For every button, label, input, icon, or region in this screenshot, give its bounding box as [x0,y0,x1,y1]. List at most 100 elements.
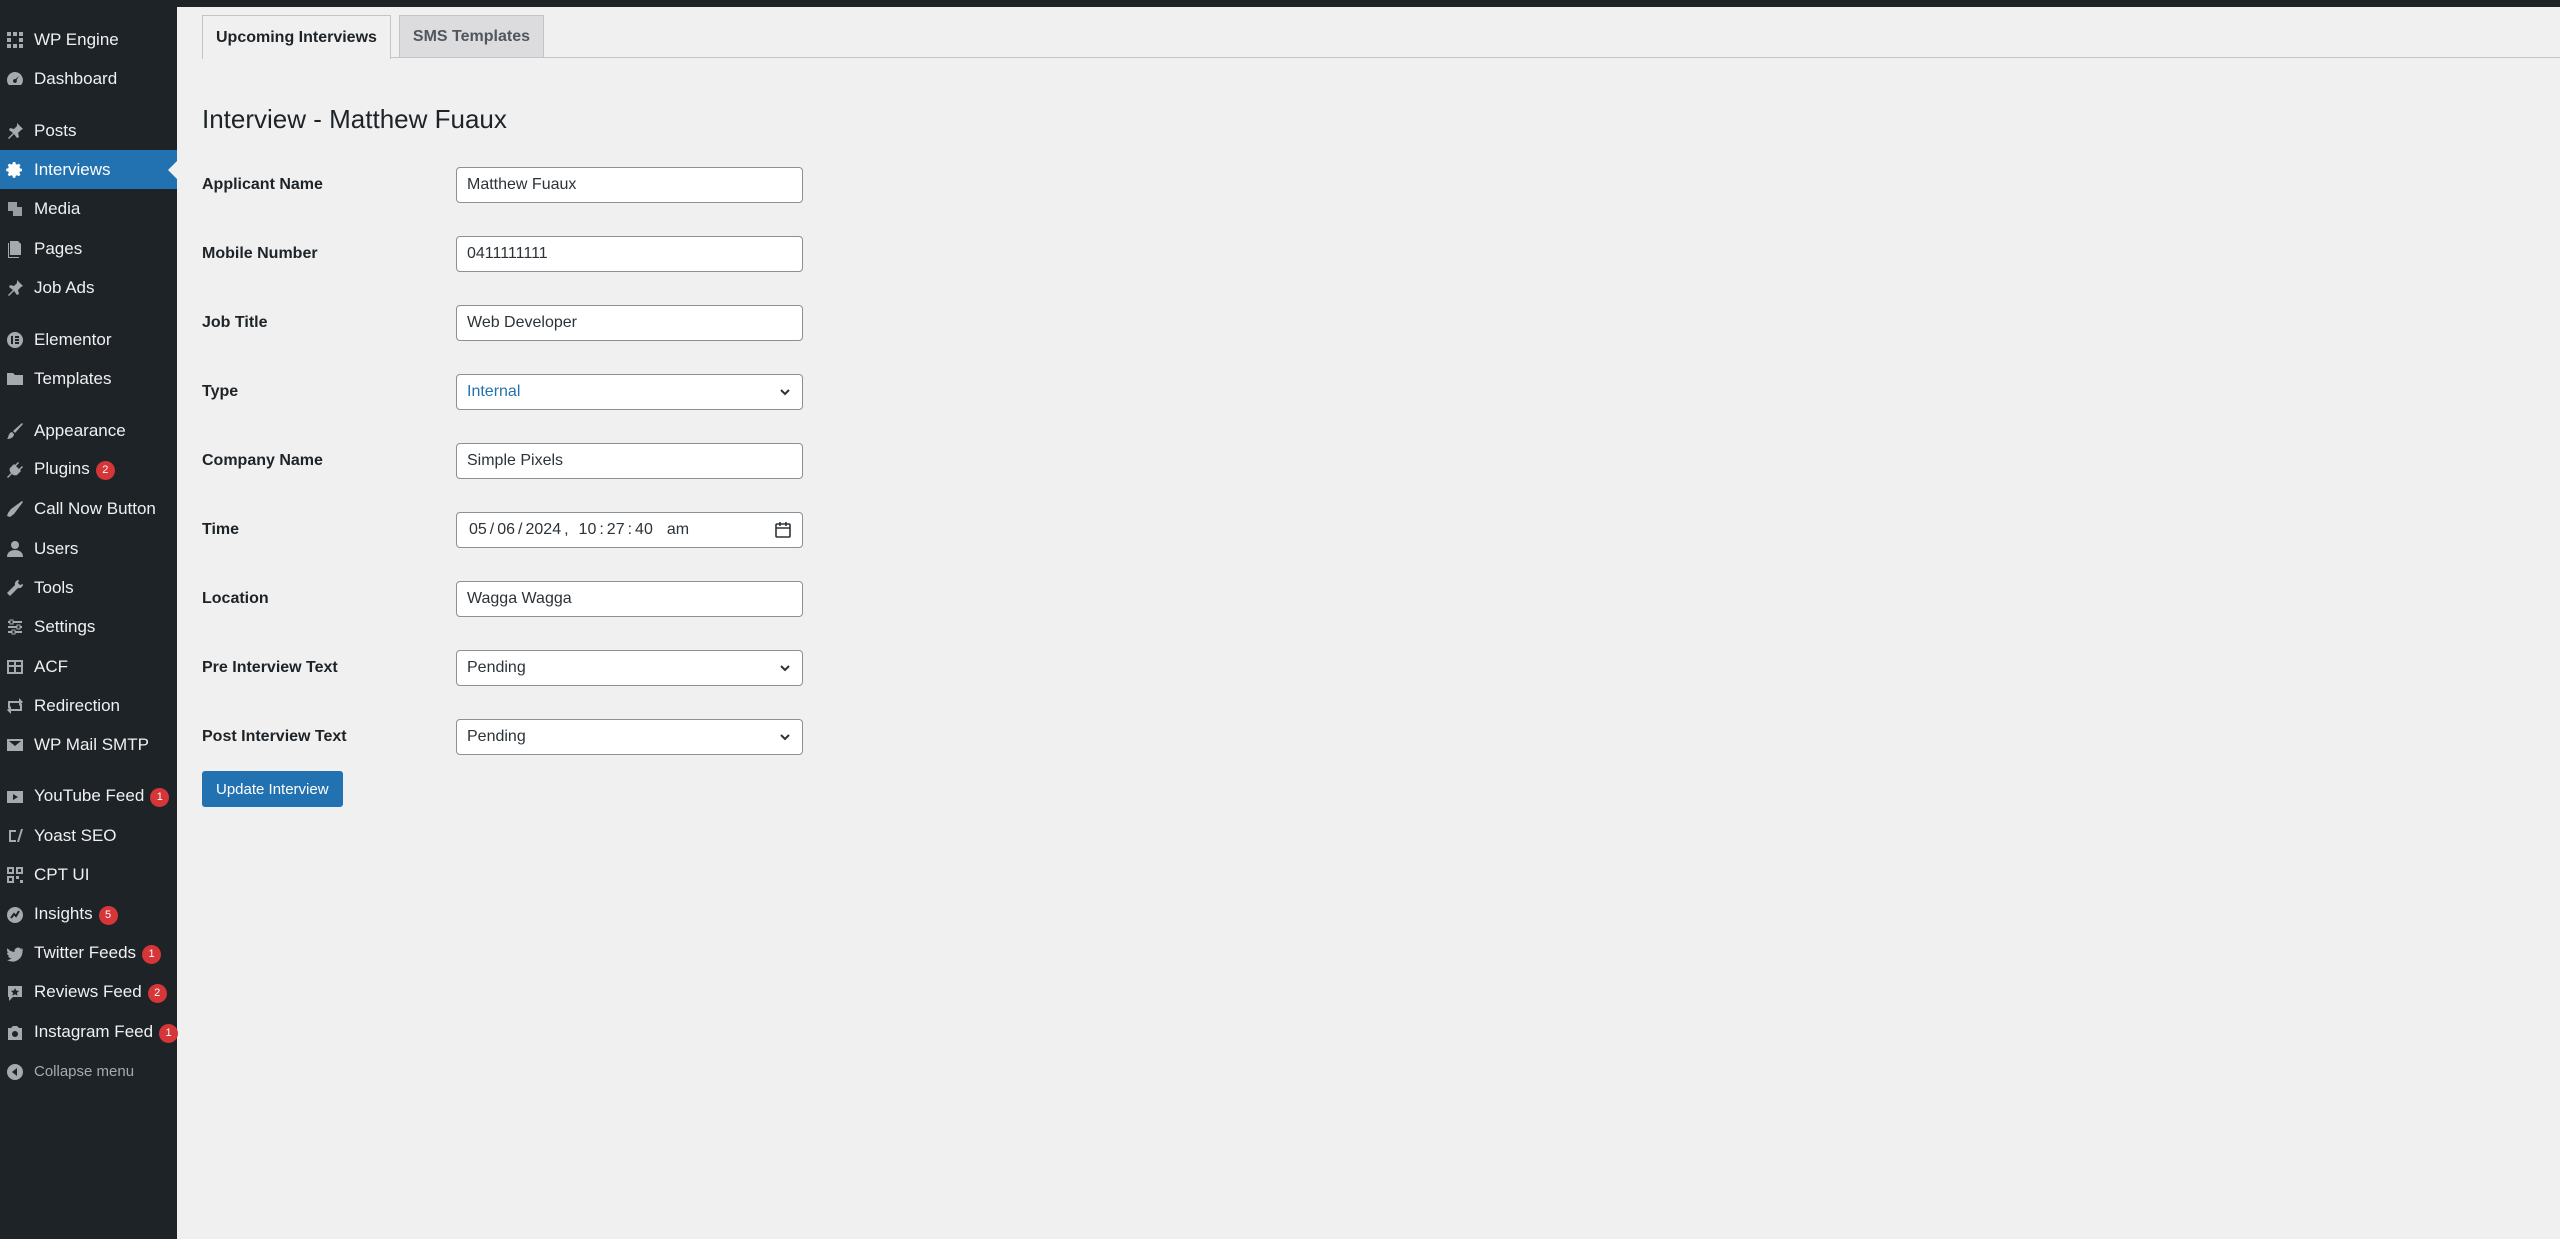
sidebar-item-wp-mail-smtp[interactable]: WP Mail SMTP [0,725,177,764]
tab-bar: Upcoming Interviews SMS Templates [202,15,544,59]
job-title-input[interactable]: Web Developer [456,305,803,341]
pin-icon [6,279,24,297]
sidebar-item-label: Reviews Feed [34,982,142,1002]
pre-interview-text-label: Pre Interview Text [202,659,338,676]
sidebar-item-tools[interactable]: Tools [0,568,177,607]
date-separator: / [518,521,523,538]
sidebar-item-label: YouTube Feed [34,786,145,806]
sidebar-item-templates[interactable]: Templates [0,359,177,398]
sidebar-item-job-ads[interactable]: Job Ads [0,268,177,307]
year-segment[interactable]: 2024 [526,521,562,539]
tab-upcoming-interviews[interactable]: Upcoming Interviews [202,15,391,59]
applicant-name-input[interactable]: Matthew Fuaux [456,167,803,203]
type-row: Type Internal [202,374,803,410]
pre-interview-text-select[interactable]: Pending [456,650,803,686]
sidebar-item-redirection[interactable]: Redirection [0,686,177,725]
chevron-down-icon [778,661,792,675]
sidebar-item-pages[interactable]: Pages [0,229,177,268]
post-interview-text-label: Post Interview Text [202,728,347,745]
type-label: Type [202,383,239,400]
time-separator: : [599,521,604,538]
minute-segment[interactable]: 27 [607,521,625,539]
sidebar-item-cpt-ui[interactable]: CPT UI [0,855,177,894]
sidebar-item-label: Job Ads [34,277,95,297]
mobile-number-input[interactable]: 0411111111 [456,236,803,272]
second-segment[interactable]: 40 [635,521,653,539]
sidebar-item-label: WP Engine [34,29,119,49]
sidebar-item-label: ACF [34,656,68,676]
sidebar-item-youtube-feed[interactable]: YouTube Feed 1 [0,777,177,816]
notification-badge: 1 [142,944,162,964]
sidebar-item-label: Interviews [34,159,111,179]
yoast-icon [6,827,24,845]
sidebar-item-label: Users [34,538,79,558]
sidebar-item-instagram-feed[interactable]: Instagram Feed 1 [0,1013,179,1052]
insights-icon [6,906,24,924]
sidebar-item-users[interactable]: Users [0,529,177,568]
sidebar-item-wp-engine[interactable]: WP Engine [0,20,177,59]
chevron-down-icon [778,385,792,399]
sidebar-item-settings[interactable]: Settings [0,607,177,646]
collapse-arrow-icon [6,1063,24,1081]
elementor-icon [6,331,24,349]
notification-badge: 2 [147,983,167,1003]
calendar-icon[interactable] [774,521,792,539]
sidebar-item-elementor[interactable]: Elementor [0,320,177,359]
time-datetime-input[interactable]: 05/06/2024, 10:27:40 am [456,512,803,548]
collapse-menu-label: Collapse menu [34,1063,135,1080]
sidebar-item-plugins[interactable]: Plugins 2 [0,450,177,489]
collapse-menu-button[interactable]: Collapse menu [0,1052,177,1091]
applicant-name-label: Applicant Name [202,176,323,193]
hour-segment[interactable]: 10 [579,521,597,539]
plugin-icon [6,461,24,479]
sidebar-item-twitter-feeds[interactable]: Twitter Feeds 1 [0,934,177,973]
notification-badge: 1 [159,1023,179,1043]
ampm-segment[interactable]: am [667,521,689,539]
brush-icon [6,422,24,440]
date-time-separator: , [564,521,569,538]
sidebar-item-dashboard[interactable]: Dashboard [0,59,177,98]
job-title-row: Job Title Web Developer [202,305,803,341]
admin-sidebar: WP Engine Dashboard Posts Interviews Med… [0,7,179,1239]
post-interview-text-value: Pending [467,728,526,745]
folder-icon [6,370,24,388]
page-title: Interview - Matthew Fuaux [202,104,507,134]
phone-icon [6,500,24,518]
user-icon [6,540,24,558]
sidebar-item-label: CPT UI [34,864,90,884]
sidebar-item-media[interactable]: Media [0,189,177,228]
time-label: Time [202,521,240,538]
location-input[interactable]: Wagga Wagga [456,581,803,617]
tab-sms-templates[interactable]: SMS Templates [398,15,544,58]
type-select[interactable]: Internal [456,374,803,410]
sidebar-item-yoast-seo[interactable]: Yoast SEO [0,816,177,855]
sidebar-item-posts[interactable]: Posts [0,111,177,150]
company-name-label: Company Name [202,452,323,469]
type-select-value: Internal [467,383,521,400]
time-separator: : [627,521,633,538]
pages-icon [6,240,24,258]
admin-bar [0,0,2560,7]
pre-interview-text-value: Pending [467,659,526,676]
sidebar-item-acf[interactable]: ACF [0,647,177,686]
sidebar-item-call-now-button[interactable]: Call Now Button [0,489,177,528]
location-row: Location Wagga Wagga [202,581,803,617]
media-icon [6,200,24,218]
mobile-number-row: Mobile Number 0411111111 [202,236,803,272]
update-interview-button[interactable]: Update Interview [202,771,343,807]
month-segment[interactable]: 06 [497,521,515,539]
instagram-icon [6,1024,24,1042]
sidebar-item-appearance[interactable]: Appearance [0,411,177,450]
update-count-badge: 2 [95,460,115,480]
job-title-label: Job Title [202,314,268,331]
day-segment[interactable]: 05 [469,521,487,539]
post-interview-text-select[interactable]: Pending [456,719,803,755]
sidebar-item-insights[interactable]: Insights 5 [0,895,177,934]
sidebar-item-reviews-feed[interactable]: Reviews Feed 2 [0,973,177,1012]
mail-icon [6,736,24,754]
sidebar-item-label: Templates [34,368,112,388]
cpt-icon [6,866,24,884]
sidebar-item-interviews[interactable]: Interviews [0,150,177,189]
location-label: Location [202,590,269,607]
company-name-input[interactable]: Simple Pixels [456,443,803,479]
